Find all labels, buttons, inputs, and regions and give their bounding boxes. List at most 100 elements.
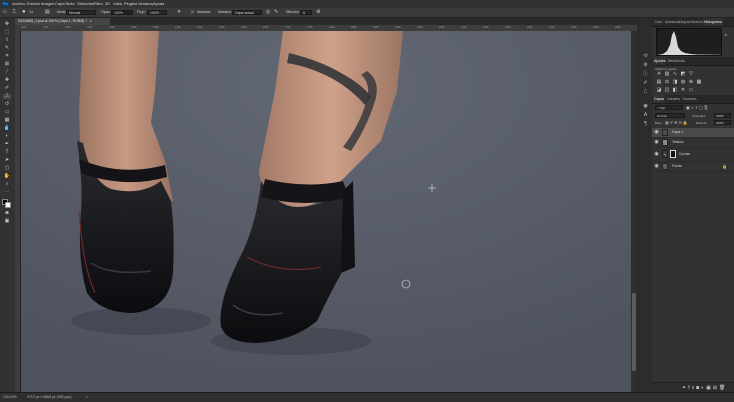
quick-mask-icon[interactable]: ◙ [3, 211, 11, 216]
visibility-eye-icon[interactable]: ◉ [654, 138, 659, 147]
visibility-eye-icon[interactable]: ◉ [654, 162, 659, 171]
visibility-eye-icon[interactable]: ◉ [654, 128, 659, 137]
settings-icon[interactable]: ⚙ [316, 8, 320, 17]
vertical-scroll-thumb[interactable] [632, 293, 636, 371]
pressure-icon[interactable]: ✎ [274, 8, 278, 17]
dodge-icon[interactable]: ◐ [3, 134, 11, 139]
layer-row-curvas[interactable]: ◉ ∿ Curvas [652, 148, 734, 162]
aligned-checkbox[interactable]: ☑ [191, 8, 194, 17]
quick-select-icon[interactable]: ✎ [3, 46, 11, 51]
hue-saturation-icon[interactable]: ▤ [656, 80, 662, 85]
info-panel-icon[interactable]: ⓘ [642, 71, 649, 77]
gradient-map-icon[interactable]: ▭ [688, 88, 694, 93]
eraser-icon[interactable]: ▭ [3, 110, 11, 115]
menu-plugins[interactable]: Plugins [124, 0, 137, 8]
path-select-icon[interactable]: ➤ [3, 158, 11, 163]
black-white-icon[interactable]: ◨ [672, 80, 678, 85]
menu-filtro[interactable]: Filtro [94, 0, 103, 8]
history-panel-icon[interactable]: ⟲ [642, 53, 649, 59]
exposure-icon[interactable]: ◩ [680, 72, 686, 77]
blur-icon[interactable]: 💧 [3, 126, 11, 131]
tab-motivos[interactable]: Motivos [690, 18, 704, 26]
menu-vista[interactable]: Vista [113, 0, 122, 8]
tab-histograma[interactable]: Histograma [703, 18, 723, 26]
brush-icon[interactable]: ✐ [3, 86, 11, 91]
layer-filter-icons[interactable]: ▣◐T▢⎘ [686, 105, 709, 110]
layer-row-textura[interactable]: ◉ Textura [652, 138, 734, 148]
photo-filter-icon[interactable]: ◍ [680, 80, 686, 85]
flow-field[interactable]: 100% [147, 10, 167, 15]
menu-seleccion[interactable]: Selección [77, 0, 94, 8]
close-icon[interactable]: × [90, 19, 92, 23]
levels-icon[interactable]: ▥ [664, 72, 670, 77]
clone-stamp-icon[interactable]: ⎍ [12, 8, 16, 17]
zoom-icon[interactable]: ⌕ [3, 182, 11, 187]
invert-icon[interactable]: ◪ [656, 88, 662, 93]
clone-stamp-icon[interactable]: ⎍ [3, 94, 11, 99]
screen-mode-icon[interactable]: ▣ [3, 219, 11, 224]
more-tools-icon[interactable]: ⋯ [3, 190, 11, 195]
crop-icon[interactable]: ⌗ [3, 54, 11, 59]
opacity-field[interactable]: 100% [111, 10, 133, 15]
document-canvas[interactable] [21, 31, 631, 392]
blend-mode-select[interactable]: Normal [655, 113, 685, 118]
brush-size[interactable]: 14 [29, 8, 33, 17]
airbrush-icon[interactable]: ✈ [177, 8, 181, 17]
gradient-icon[interactable]: ▦ [3, 118, 11, 123]
eyedropper-icon[interactable]: ⁄ [3, 70, 11, 75]
brush-settings-icon[interactable]: ✐ [642, 80, 649, 86]
menu-ventana[interactable]: Ventana [138, 0, 153, 8]
selective-color-icon[interactable]: ✕ [680, 88, 686, 93]
diffusion-field[interactable]: 5 [300, 10, 312, 15]
menu-ayuda[interactable]: Ayuda [153, 0, 164, 8]
tab-capas[interactable]: Capas [653, 95, 666, 103]
clone-source-icon[interactable]: ⎍ [642, 89, 649, 95]
tab-ajustes[interactable]: Ajustes [653, 57, 667, 65]
layer-row-fondo[interactable]: ◉ Fondo 🔒 [652, 162, 734, 172]
menu-edicion[interactable]: Edición [27, 0, 40, 8]
toggle-clone-panel-icon[interactable]: ▤ [45, 8, 50, 17]
tab-trazados[interactable]: Trazados [681, 95, 697, 103]
type-icon[interactable]: T [3, 150, 11, 155]
healing-icon[interactable]: ✚ [3, 78, 11, 83]
history-brush-icon[interactable]: ↺ [3, 102, 11, 107]
pen-icon[interactable]: ✒ [3, 142, 11, 147]
menu-3d[interactable]: 3D [105, 0, 110, 8]
layer-fill-field[interactable]: 100% [714, 120, 731, 125]
visibility-eye-icon[interactable]: ◉ [654, 148, 659, 161]
posterize-icon[interactable]: ◫ [664, 88, 670, 93]
lock-icons[interactable]: ▦✐✥⊡🔒 [665, 120, 689, 125]
home-icon[interactable]: ⌂ [3, 8, 7, 17]
brush-preset-icon[interactable]: ● [22, 8, 26, 17]
tab-canales[interactable]: Canales [666, 95, 681, 103]
color-balance-icon[interactable]: ⚖ [664, 80, 670, 85]
sample-select[interactable]: Capa actual [232, 10, 262, 15]
tab-bibliotecas[interactable]: Bibliotecas [667, 57, 686, 65]
layer-kind-filter[interactable]: ⌕ Tipo [655, 105, 683, 110]
navigator-panel-icon[interactable]: ◉ [642, 103, 649, 109]
marquee-icon[interactable]: ⬚ [3, 30, 11, 35]
ignore-adjustments-icon[interactable]: ◎ [266, 8, 270, 17]
curves-icon[interactable]: ∿ [672, 72, 678, 77]
frame-icon[interactable]: ⊠ [3, 62, 11, 67]
layer-opacity-field[interactable]: 100% [714, 113, 731, 118]
threshold-icon[interactable]: ◧ [672, 88, 678, 93]
histogram-warning-icon[interactable]: ⚠ [724, 32, 728, 37]
hand-icon[interactable]: ✋ [3, 174, 11, 179]
mode-select[interactable]: Normal [66, 10, 96, 15]
move-icon[interactable]: ✥ [3, 22, 11, 27]
layer-footer-icons[interactable]: ⚭fx◙◐▣⊞🗑 [682, 385, 727, 391]
brightness-contrast-icon[interactable]: ☀ [656, 72, 662, 77]
menu-texto[interactable]: Texto [65, 0, 75, 8]
document-tab[interactable]: DSC6808_3.psd al 100% (Capa 1, RGB/8) * … [15, 18, 110, 25]
menu-archivo[interactable]: Archivo [12, 0, 25, 8]
rectangle-icon[interactable]: ▢ [3, 166, 11, 171]
channel-mixer-icon[interactable]: ⊕ [688, 80, 694, 85]
menu-imagen[interactable]: Imagen [41, 0, 54, 8]
menu-capa[interactable]: Capa [55, 0, 65, 8]
tab-color[interactable]: Color [653, 18, 663, 26]
background-color-swatch[interactable] [5, 202, 11, 208]
properties-panel-icon[interactable]: ⚙ [642, 62, 649, 68]
character-panel-icon[interactable]: A [642, 112, 649, 118]
vertical-scrollbar[interactable] [631, 31, 637, 392]
